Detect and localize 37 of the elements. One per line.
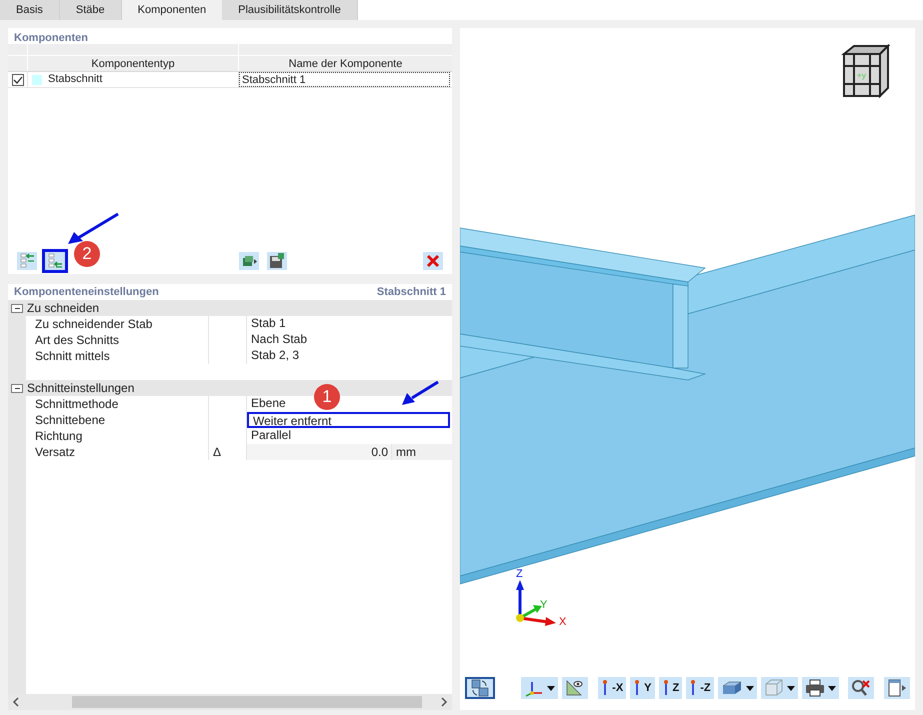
view-button[interactable]: Z [658, 677, 682, 699]
view-button[interactable]: Y [630, 677, 654, 699]
tab[interactable]: Stäbe [60, 0, 122, 20]
callout-badge: 1 [314, 384, 340, 410]
axis-label: Y [540, 600, 548, 611]
group-label: Schnitteinstellungen [27, 380, 134, 397]
column-header: Komponententyp [28, 56, 239, 71]
property-value[interactable]: Parallel [247, 428, 452, 444]
tab[interactable]: Komponenten [122, 0, 222, 20]
property-label: Versatz [35, 444, 76, 460]
property-label: Schnitt mittels [35, 348, 110, 364]
property-value[interactable]: 0.0 [247, 444, 391, 460]
property-label: Zu schneidender Stab [35, 316, 152, 332]
property-label: Richtung [35, 428, 82, 444]
property-label: Schnittebene [35, 412, 106, 428]
property-value[interactable]: Stab 1 [247, 316, 452, 332]
table-cell-text: Stabschnitt [48, 72, 102, 88]
axis-label: X [559, 617, 566, 628]
panel-subtitle: Stabschnitt 1 [376, 284, 446, 300]
view-button[interactable]: -X [598, 677, 626, 699]
property-symbol: Δ [213, 444, 222, 461]
tab[interactable]: Plausibilitätskontrolle [222, 0, 358, 20]
axis-label: Z [515, 569, 524, 580]
cube-face-label: +y [857, 72, 866, 80]
property-value[interactable]: Weiter entfernt [247, 412, 450, 428]
column-header: Name der Komponente [288, 57, 404, 71]
property-value[interactable]: Stab 2, 3 [247, 348, 452, 364]
unit-label: mm [391, 444, 452, 460]
property-label: Schnittmethode [35, 396, 118, 412]
tab[interactable]: Basis [0, 0, 60, 20]
view-button[interactable]: -Z [686, 677, 714, 699]
property-label: Art des Schnitts [35, 332, 120, 348]
panel-title: Komponenteneinstellungen [14, 284, 159, 300]
table-cell[interactable]: Stabschnitt 1 [239, 72, 450, 87]
callout-badge: 2 [74, 241, 100, 267]
property-value[interactable]: Nach Stab [247, 332, 452, 348]
group-label: Zu schneiden [27, 300, 100, 317]
